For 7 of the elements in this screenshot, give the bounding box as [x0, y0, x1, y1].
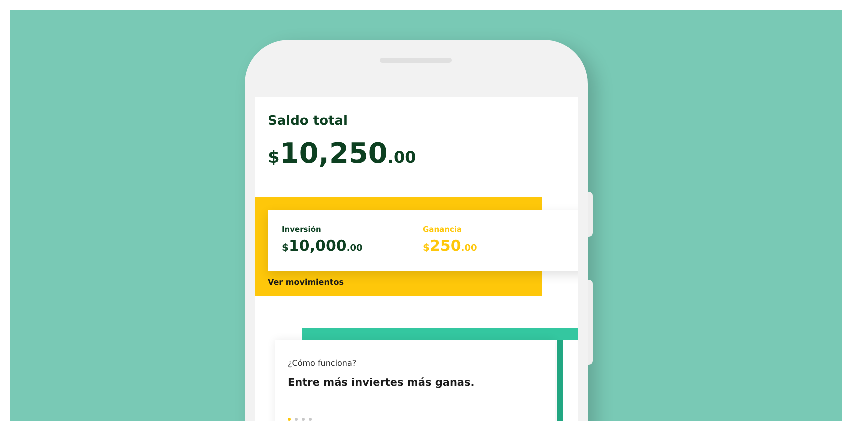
movements-link[interactable]: Ver movimientos	[268, 277, 344, 289]
balance-title: Saldo total	[268, 113, 349, 131]
summary-amount: $250.00	[423, 238, 478, 254]
info-question: ¿Cómo funciona?	[288, 358, 358, 370]
balance-amount: $10,250.00	[268, 140, 418, 168]
info-headline: Entre más inviertes más ganas.	[288, 376, 476, 391]
summary-amount: $10,000.00	[282, 238, 364, 254]
